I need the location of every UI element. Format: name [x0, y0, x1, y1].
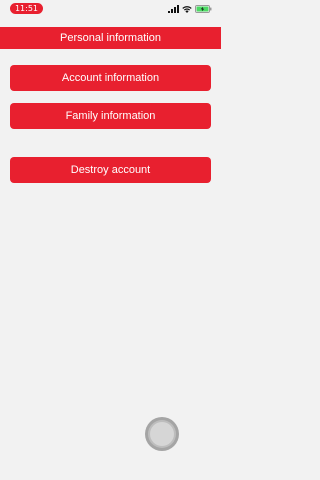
status-icons — [168, 4, 212, 14]
status-time: 11:51 — [10, 3, 43, 14]
assistive-touch-icon[interactable] — [145, 417, 179, 451]
status-bar: 11:51 — [0, 0, 221, 16]
battery-charging-icon — [195, 0, 212, 18]
page-title: Personal information — [0, 27, 221, 49]
destroy-account-button[interactable]: Destroy account — [10, 157, 211, 183]
family-information-button[interactable]: Family information — [10, 103, 211, 129]
assistive-touch-inner — [150, 422, 174, 446]
account-information-button[interactable]: Account information — [10, 65, 211, 91]
cellular-signal-icon — [168, 0, 179, 18]
app-screen: 11:51 Personal information Account infor… — [0, 0, 221, 480]
wifi-icon — [182, 0, 192, 18]
